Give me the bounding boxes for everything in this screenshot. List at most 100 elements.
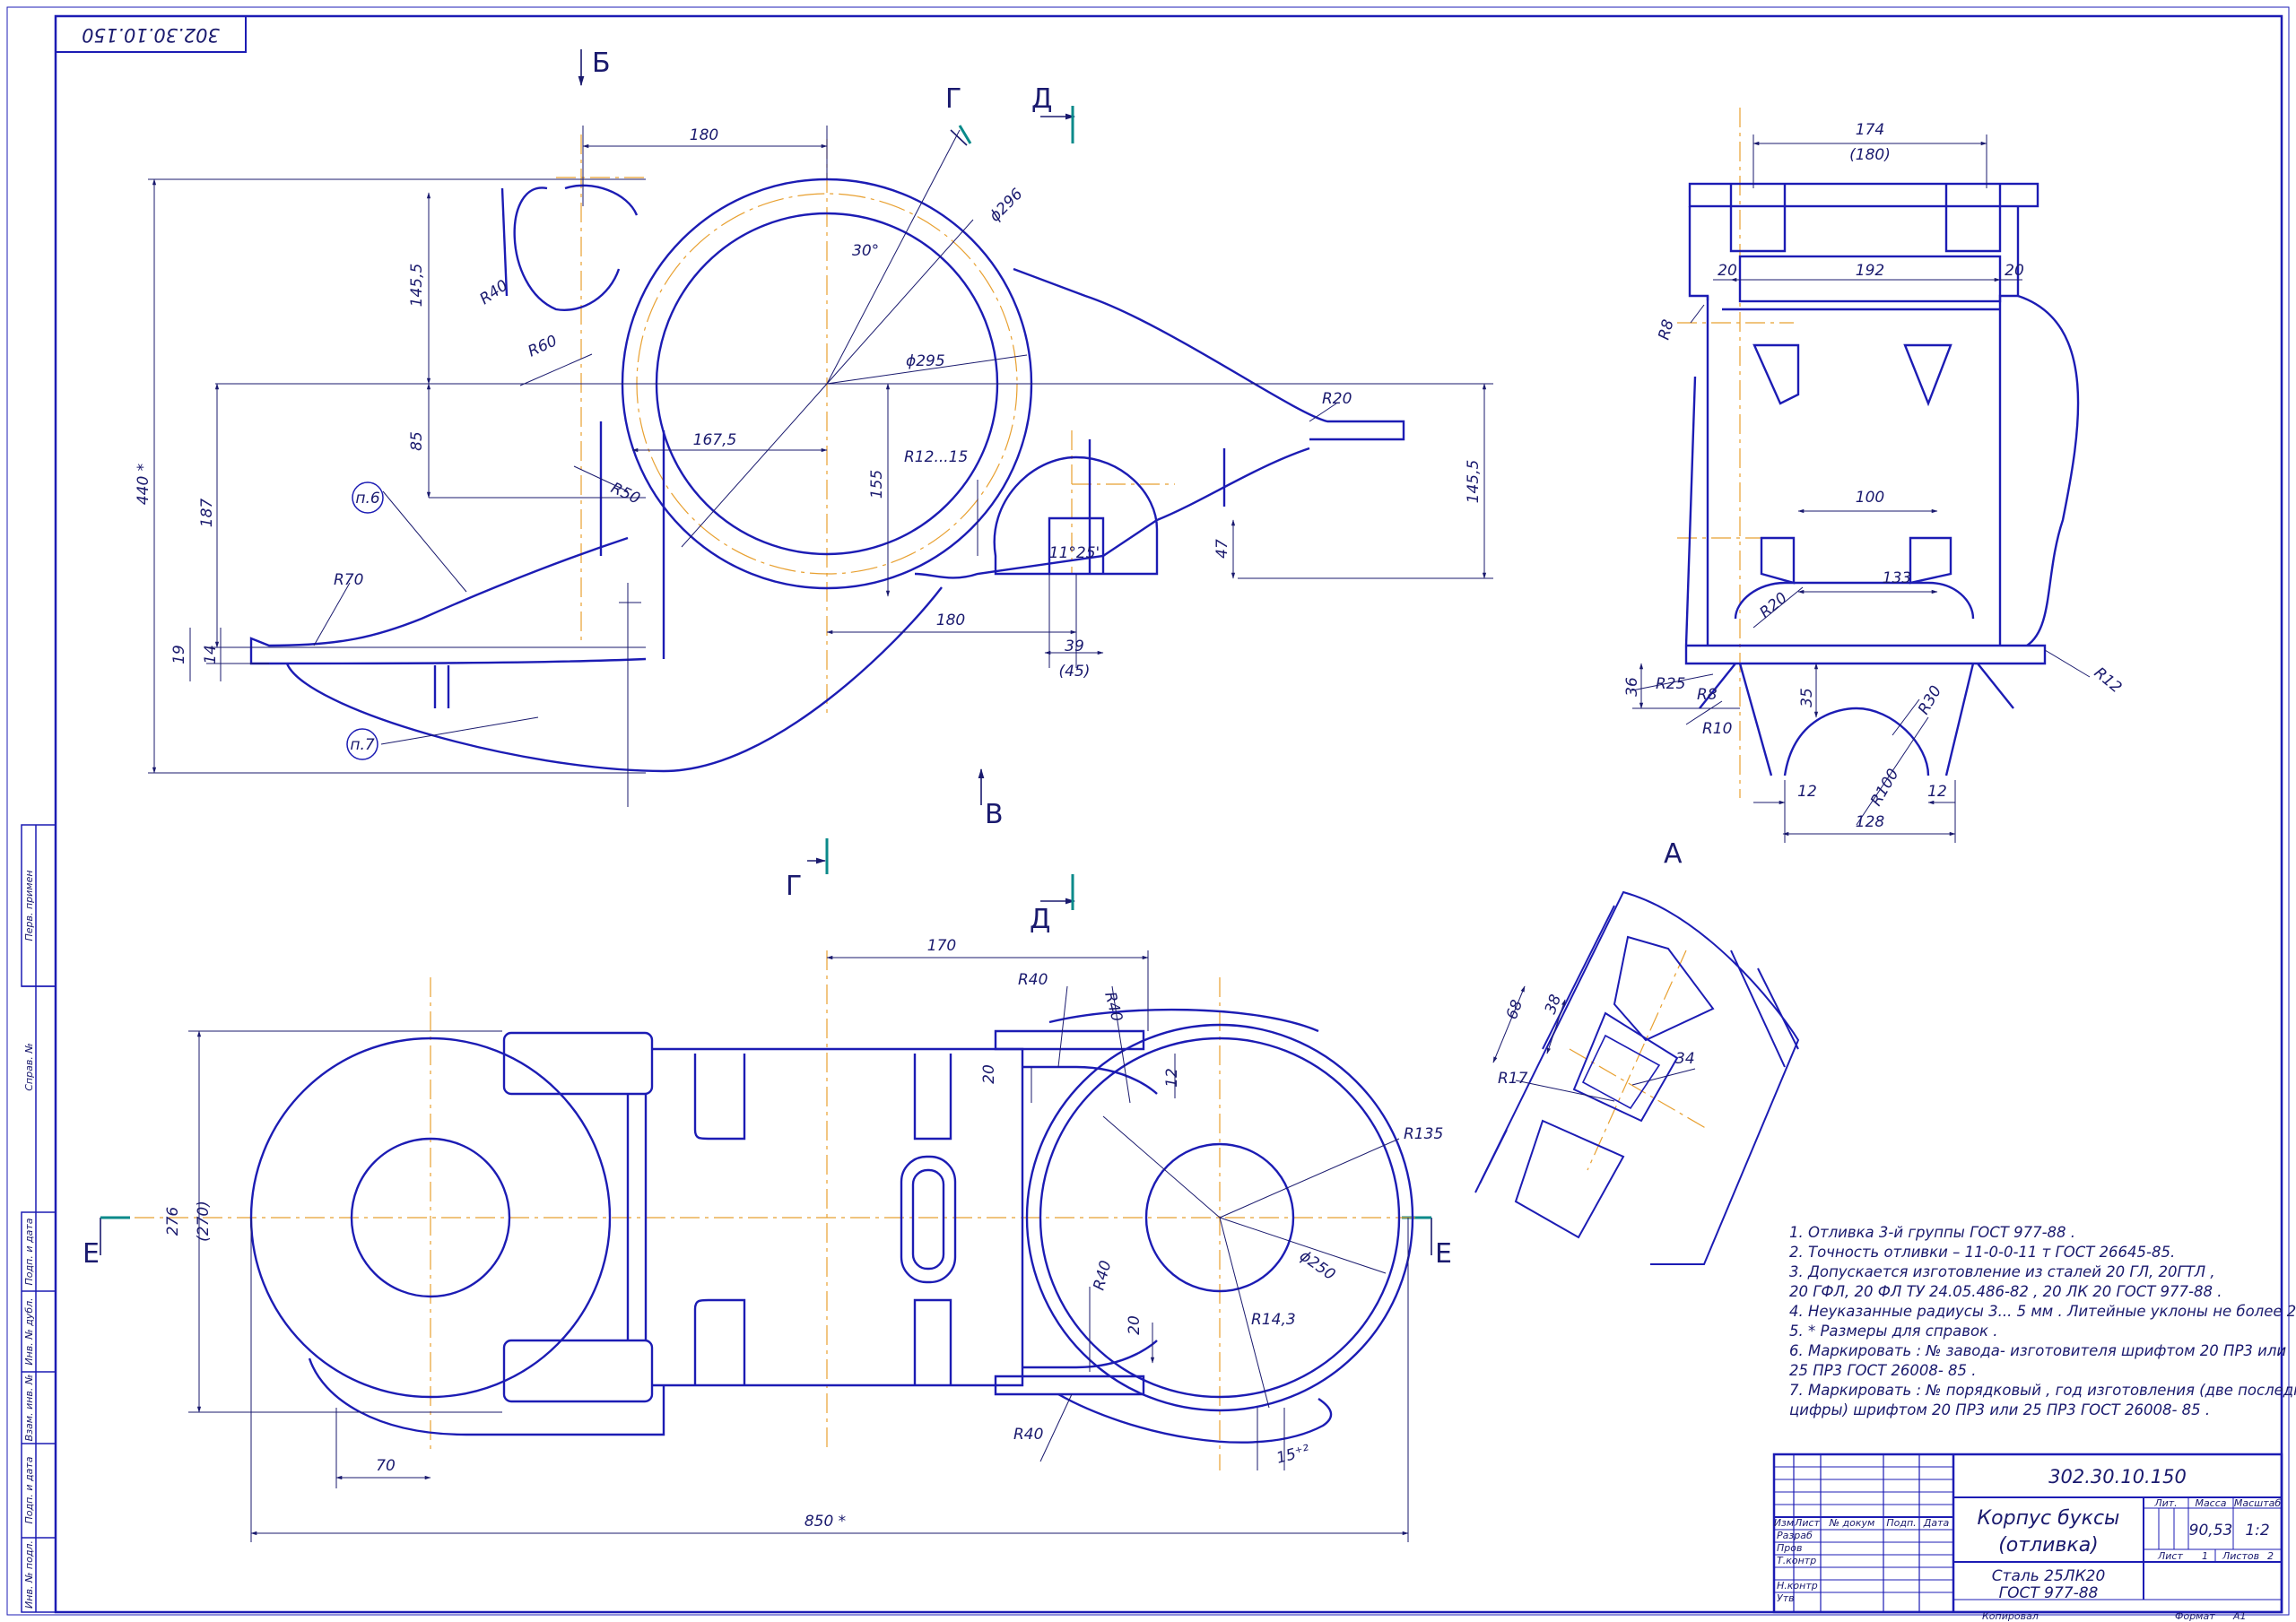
tb-masshtab-label: Масштаб <box>2234 1497 2281 1509</box>
dim-20r: 20 <box>2005 262 2024 280</box>
tb-sheet-no: 1 <box>2202 1550 2208 1562</box>
side-strip-labels: Перв. примен Справ. № Подп. и дата Инв. … <box>23 870 35 1608</box>
dim-h36: 36 <box>1623 677 1641 697</box>
tb-sheet-label: Лист <box>2157 1550 2183 1562</box>
dim-180-bot: 180 <box>936 612 965 629</box>
dim-h14: 14 <box>202 645 220 664</box>
dim-70: 70 <box>376 1457 396 1475</box>
dim-11-25: 11°25' <box>1049 544 1100 562</box>
dim-h19: 19 <box>170 645 188 664</box>
side-view: 174 (180) 20 192 20 R8 100 133 R20 R12 3… <box>1623 108 2125 843</box>
dim-h145-5: 145,5 <box>408 264 426 308</box>
note-5: 4. Неуказанные радиусы 3... 5 мм . Литей… <box>1789 1303 2296 1320</box>
note-2: 2. Точность отливки – 11-0-0-11 т ГОСТ 2… <box>1789 1244 2175 1261</box>
strip-inv-podl: Инв. № подл. <box>23 1540 35 1609</box>
dim-h276: 276 <box>164 1207 182 1236</box>
strip-perv-primen: Перв. примен <box>23 870 35 941</box>
tb-col-data: Дата <box>1923 1517 1950 1529</box>
dim-h270: (270) <box>195 1201 213 1242</box>
dim-20a: 20 <box>980 1064 998 1084</box>
tb-row-prov: Пров <box>1777 1542 1802 1554</box>
dim-174: 174 <box>1856 121 1884 139</box>
tb-sheets-label: Листов <box>2222 1550 2259 1562</box>
dim-h47: 47 <box>1213 539 1231 559</box>
dim-45: (45) <box>1059 663 1091 681</box>
note-8: 25 ПР3 ГОСТ 26008- 85 . <box>1789 1362 1977 1379</box>
tb-row-razrab: Разраб <box>1777 1530 1813 1541</box>
dim-r20: R20 <box>1322 390 1352 408</box>
callout-p6: п.6 <box>355 490 380 507</box>
tb-col-list: Лист <box>1794 1517 1820 1529</box>
dim-phi295: ϕ295 <box>906 352 945 370</box>
strip-podp-data-2: Подп. и дата <box>23 1456 35 1523</box>
dim-12p: 12 <box>1163 1068 1181 1088</box>
dim-h85: 85 <box>408 431 426 451</box>
dim-a-34: 34 <box>1675 1050 1695 1068</box>
tb-masshtab: 1:2 <box>2245 1522 2269 1540</box>
mark-d-bot: Д <box>1030 904 1050 935</box>
note-4: 20 ГФЛ, 20 ФЛ ТУ 24.05.486-82 , 20 ЛК 20… <box>1789 1283 2222 1300</box>
corner-stamp: 302.30.10.150 <box>55 15 247 53</box>
dim-r50: R50 <box>608 479 643 507</box>
mark-d-top: Д <box>1031 83 1052 115</box>
dim-h187: 187 <box>198 499 216 528</box>
dim-angle30: 30° <box>852 242 879 260</box>
dim-12l: 12 <box>1797 783 1817 801</box>
dim-180-top: 180 <box>690 126 718 144</box>
tb-lit: Лит. <box>2153 1497 2177 1509</box>
strip-sprav-no: Справ. № <box>23 1043 35 1091</box>
dim-r30: R30 <box>1915 683 1945 718</box>
strip-inv-dubl: Инв. № дубл. <box>23 1297 35 1365</box>
section-marks: Б В Г Д Г Д Е Е А <box>83 48 1683 1270</box>
mark-v: В <box>985 799 1004 830</box>
dim-h440: 440 * <box>135 464 152 505</box>
mark-b: Б <box>592 48 611 79</box>
dim-167-5: 167,5 <box>693 431 737 449</box>
dim-r12-15: R12...15 <box>904 448 968 466</box>
dim-r12: R12 <box>2091 664 2125 698</box>
mark-e-right: Е <box>1435 1238 1452 1270</box>
dim-r60: R60 <box>526 332 561 360</box>
dim-r8: R8 <box>1656 317 1678 342</box>
mark-a: А <box>1664 838 1683 870</box>
tb-col-ndoc: № докум <box>1829 1517 1875 1529</box>
mark-e-left: Е <box>83 1238 100 1270</box>
technical-drawing-sheet: 302.30.10.150 Перв. примен Справ. № Подп… <box>6 6 2296 1622</box>
tb-material-1: Сталь 25ЛК20 <box>1992 1567 2106 1585</box>
dim-20b: 20 <box>1126 1315 1144 1335</box>
mark-g-bot: Г <box>786 871 802 902</box>
note-6: 5. * Размеры для справок . <box>1789 1323 1998 1340</box>
dim-12r: 12 <box>1927 783 1947 801</box>
dim-r100: R100 <box>1867 766 1902 809</box>
dim-15: 15⁺² <box>1274 1442 1312 1468</box>
tb-row-nkontr: Н.контр <box>1777 1580 1818 1592</box>
note-10: цифры) шрифтом 20 ПР3 или 25 ПР3 ГОСТ 26… <box>1789 1401 2210 1418</box>
dim-850: 850 * <box>804 1513 846 1531</box>
dim-100: 100 <box>1856 489 1884 507</box>
dim-35: 35 <box>1798 688 1816 707</box>
dim-h145-5r: 145,5 <box>1465 460 1483 504</box>
tb-designation: 302.30.10.150 <box>2048 1466 2187 1488</box>
note-3: 3. Допускается изготовление из сталей 20… <box>1789 1263 2215 1280</box>
front-view: п.6 п.7 180 ϕ296 30° R40 145,5 R60 ϕ295 … <box>135 126 1493 807</box>
tb-format-label: Формат <box>2175 1610 2215 1622</box>
strip-vzam-inv: Взам. инв. № <box>23 1375 35 1442</box>
tb-col-podp: Подп. <box>1886 1517 1916 1529</box>
tb-row-tkontr: Т.контр <box>1777 1555 1816 1566</box>
dim-r25: R25 <box>1656 675 1685 693</box>
note-7: 6. Маркировать : № завода- изготовителя … <box>1789 1342 2286 1359</box>
dim-r8b: R8 <box>1697 686 1718 704</box>
side-dim-texts: 174 (180) 20 192 20 R8 100 133 R20 R12 3… <box>1623 121 2125 831</box>
dim-133: 133 <box>1883 569 1911 587</box>
technical-notes: 1. Отливка 3-й группы ГОСТ 977-88 . 2. Т… <box>1789 1224 2296 1418</box>
title-block: 302.30.10.150 Корпус буксы (отливка) Ста… <box>1772 1453 2283 1622</box>
tb-sheets-total: 2 <box>2267 1550 2274 1562</box>
dim-r70: R70 <box>334 571 363 589</box>
strip-podp-data-1: Подп. и дата <box>23 1218 35 1285</box>
dim-r14-3: R14,3 <box>1251 1311 1296 1329</box>
dim-h155: 155 <box>868 470 886 499</box>
dim-r10: R10 <box>1702 720 1732 738</box>
dim-r20s: R20 <box>1756 589 1790 622</box>
note-9: 7. Маркировать : № порядковый , год изго… <box>1789 1382 2296 1399</box>
dim-20l: 20 <box>1718 262 1737 280</box>
